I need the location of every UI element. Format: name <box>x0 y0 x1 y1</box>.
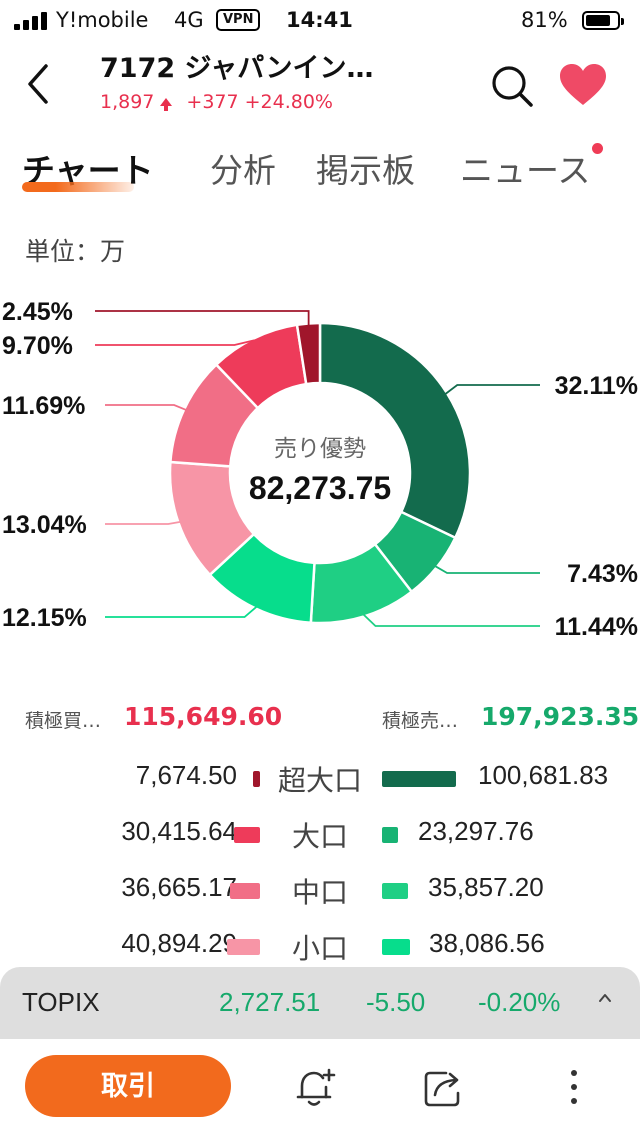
buy-bar <box>253 771 260 787</box>
leader-line <box>444 384 540 395</box>
unit-label: 単位：万 <box>25 237 126 266</box>
heart-icon <box>560 64 606 105</box>
slice-percent-label: 13.04% <box>2 511 87 539</box>
more-button[interactable] <box>552 1065 596 1109</box>
size-label: 超大口 <box>277 764 362 797</box>
buy-bar <box>227 939 260 955</box>
battery-icon <box>582 11 624 30</box>
sell-value: 35,857.20 <box>428 872 544 902</box>
buy-bar <box>230 883 260 899</box>
buy-value: 36,665.17 <box>121 872 237 902</box>
leader-line <box>434 565 540 574</box>
index-change: -5.50 <box>366 987 426 1017</box>
price-alert-button[interactable] <box>292 1065 336 1109</box>
breakdown-row-medium: 36,665.17 中口 35,857.20 <box>0 872 640 912</box>
price-change: +377 <box>186 91 239 113</box>
tab-board[interactable]: 掲示板 <box>316 144 415 192</box>
tab-news[interactable]: ニュース <box>460 144 590 192</box>
signal-icon <box>14 12 52 30</box>
slice-percent-label: 32.11% <box>555 372 638 400</box>
leader-line <box>95 339 255 346</box>
chart-center-label: 売り優勢 <box>274 435 366 461</box>
favorite-button[interactable] <box>558 62 608 108</box>
status-time: 14:41 <box>286 8 353 32</box>
share-button[interactable] <box>422 1065 466 1109</box>
up-arrow-icon <box>160 98 173 111</box>
bottom-action-bar: 取引 <box>0 1039 640 1136</box>
share-icon <box>424 1071 460 1107</box>
index-change-percent: -0.20% <box>478 987 561 1017</box>
slice-percent-label: 7.43% <box>567 560 638 588</box>
current-price: 1,897 <box>100 91 155 113</box>
breakdown-row-small: 40,894.29 小口 38,086.56 <box>0 928 640 968</box>
topix-ticker-bar[interactable]: TOPIX 2,727.51 -5.50 -0.20% <box>0 967 640 1039</box>
active-tab-indicator <box>22 182 134 192</box>
buy-bar <box>234 827 260 843</box>
order-flow-donut-chart: 32.11% 7.43% 11.44% 12.15% 13.04% 11.69% 9.70%… <box>2 298 638 641</box>
slice-percent-label: 2.45% <box>2 298 73 326</box>
more-vertical-icon <box>571 1070 577 1104</box>
alert-bell-icon <box>296 1068 336 1106</box>
network-type: 4G <box>174 8 204 32</box>
size-label: 小口 <box>291 932 348 965</box>
aggressive-buy-value: 115,649.60 <box>124 702 283 731</box>
sell-value: 38,086.56 <box>429 928 545 958</box>
tab-analysis[interactable]: 分析 <box>210 144 276 192</box>
buy-value: 30,415.64 <box>121 816 237 846</box>
slice-percent-label: 11.69% <box>2 392 85 420</box>
slice-percent-label: 11.44% <box>555 613 638 641</box>
search-icon <box>492 66 533 107</box>
price-change-percent: +24.80% <box>244 91 333 113</box>
index-name: TOPIX <box>22 987 100 1017</box>
breakdown-row-xlarge: 7,674.50 超大口 100,681.83 <box>0 760 640 800</box>
news-badge-dot <box>592 143 603 154</box>
leader-line <box>105 606 258 618</box>
back-button[interactable] <box>22 62 62 106</box>
sell-value: 100,681.83 <box>478 760 609 790</box>
leader-line <box>362 613 540 627</box>
carrier-name: Y!mobile <box>56 8 149 32</box>
breakdown-row-large: 30,415.64 大口 23,297.76 <box>0 816 640 856</box>
sell-bar <box>382 771 456 787</box>
index-value: 2,727.51 <box>219 987 321 1017</box>
buy-value: 40,894.29 <box>121 928 237 958</box>
search-button[interactable] <box>490 64 534 108</box>
aggressive-sell-label: 積極売… <box>382 710 459 732</box>
price-row: 1,897 +377 +24.80% <box>100 91 339 113</box>
sell-bar <box>382 939 410 955</box>
leader-line <box>105 404 187 411</box>
buy-value: 7,674.50 <box>135 760 237 790</box>
sell-value: 23,297.76 <box>418 816 534 846</box>
leader-line <box>95 310 310 326</box>
vpn-badge: VPN <box>216 9 261 31</box>
slice-percent-label: 9.70% <box>2 332 73 360</box>
stock-title: 7172 ジャパンイン… <box>100 53 374 84</box>
chart-center-value: 82,273.75 <box>249 470 391 506</box>
chevron-up-icon[interactable] <box>598 991 612 1005</box>
leader-line <box>105 520 181 525</box>
size-label: 大口 <box>291 820 348 853</box>
trade-button[interactable]: 取引 <box>25 1055 231 1117</box>
chevron-left-icon <box>28 64 48 104</box>
slice-percent-label: 12.15% <box>2 604 87 632</box>
status-bar: Y!mobile 4G VPN 14:41 81% <box>0 0 640 40</box>
size-label: 中口 <box>291 876 348 909</box>
sell-bar <box>382 883 408 899</box>
battery-percent: 81% <box>521 8 568 32</box>
aggressive-sell-value: 197,923.35 <box>481 702 640 731</box>
aggressive-buy-label: 積極買… <box>25 710 102 732</box>
sell-bar <box>382 827 398 843</box>
